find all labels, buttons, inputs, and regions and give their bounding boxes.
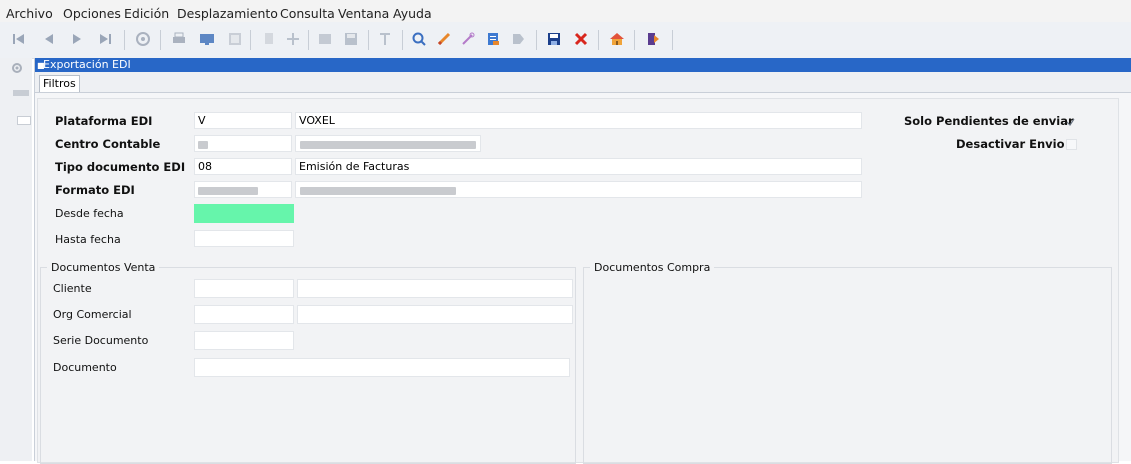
plataforma-label: Plataforma EDI — [55, 114, 153, 128]
centro-code-field[interactable] — [194, 135, 292, 152]
org-comercial-code-field[interactable] — [194, 305, 294, 324]
pencil-icon[interactable] — [433, 28, 455, 50]
menu-consulta[interactable]: Consulta — [280, 6, 335, 21]
form-icon[interactable] — [314, 28, 336, 50]
table-icon[interactable] — [224, 28, 246, 50]
tab-strip: Filtros — [35, 72, 1131, 93]
formato-label: Formato EDI — [55, 183, 135, 197]
filters-panel: Plataforma EDI V VOXEL Centro Contable T… — [37, 98, 1119, 464]
documento-field[interactable] — [194, 358, 570, 377]
hasta-date-field[interactable] — [194, 230, 294, 247]
collapse-icon[interactable] — [13, 90, 29, 96]
tag-icon[interactable] — [507, 28, 529, 50]
eraser-icon[interactable] — [457, 28, 479, 50]
documento-label: Documento — [53, 361, 117, 374]
home-icon[interactable] — [606, 28, 628, 50]
menu-ventana[interactable]: Ventana — [338, 6, 389, 21]
documentos-compra-title: Documentos Compra — [590, 261, 715, 274]
desactivar-envio-label: Desactivar Envio — [956, 137, 1065, 151]
plataforma-desc-field[interactable]: VOXEL — [295, 112, 862, 129]
cliente-code-field[interactable] — [194, 279, 294, 298]
formato-desc-field[interactable] — [295, 181, 862, 198]
first-record-icon[interactable] — [8, 28, 30, 50]
add-icon[interactable] — [282, 28, 304, 50]
menu-edicion[interactable]: Edición — [124, 6, 169, 21]
copy-icon[interactable] — [258, 28, 280, 50]
menu-bar: Archivo Opciones Edición Desplazamiento … — [0, 0, 1131, 22]
filter-icon[interactable] — [374, 28, 396, 50]
tipo-code-field[interactable]: 08 — [194, 158, 292, 175]
window-title-bar: ■ Exportación EDI — [35, 58, 1131, 72]
documentos-venta-title: Documentos Venta — [47, 261, 160, 274]
panel-toggle-icon[interactable] — [17, 116, 31, 125]
tab-filtros[interactable]: Filtros — [39, 75, 80, 92]
plataforma-code-field[interactable]: V — [194, 112, 292, 129]
menu-archivo[interactable]: Archivo — [6, 6, 53, 21]
formato-code-field[interactable] — [194, 181, 292, 198]
serie-documento-label: Serie Documento — [53, 334, 149, 347]
desactivar-envio-checkbox[interactable] — [1066, 139, 1077, 150]
toolbar — [0, 22, 1131, 59]
serie-documento-field[interactable] — [194, 331, 294, 350]
menu-desplazamiento[interactable]: Desplazamiento — [177, 6, 278, 21]
gear-icon[interactable] — [11, 62, 23, 77]
cliente-desc-field[interactable] — [297, 279, 573, 298]
solo-pendientes-label: Solo Pendientes de enviar — [904, 114, 1074, 128]
window-title: Exportación EDI — [43, 58, 131, 71]
org-comercial-desc-field[interactable] — [297, 305, 573, 324]
tipo-label: Tipo documento EDI — [55, 160, 186, 174]
left-navigation-strip — [0, 58, 32, 461]
save-icon[interactable] — [543, 28, 565, 50]
menu-opciones[interactable]: Opciones — [63, 6, 121, 21]
documentos-venta-group: Documentos Venta Cliente Org Comercial S… — [40, 261, 576, 464]
globe-icon[interactable] — [132, 28, 154, 50]
centro-desc-field[interactable] — [295, 135, 481, 152]
menu-ayuda[interactable]: Ayuda — [393, 6, 432, 21]
document-icon[interactable] — [482, 28, 504, 50]
previous-record-icon[interactable] — [38, 28, 60, 50]
tipo-desc-field[interactable]: Emisión de Facturas — [295, 158, 862, 175]
export-edi-window: ■ Exportación EDI Filtros Plataforma EDI… — [34, 58, 1131, 464]
save-grid-icon[interactable] — [340, 28, 362, 50]
documentos-compra-group: Documentos Compra — [583, 261, 1112, 464]
cliente-label: Cliente — [53, 282, 92, 295]
print-icon[interactable] — [168, 28, 190, 50]
desde-label: Desde fecha — [55, 207, 124, 220]
search-icon[interactable] — [408, 28, 430, 50]
desde-date-field[interactable] — [194, 204, 294, 223]
org-comercial-label: Org Comercial — [53, 308, 132, 321]
centro-label: Centro Contable — [55, 137, 161, 151]
monitor-icon[interactable] — [196, 28, 218, 50]
exit-icon[interactable] — [642, 28, 664, 50]
last-record-icon[interactable] — [94, 28, 116, 50]
solo-pendientes-checkbox[interactable] — [1066, 116, 1075, 126]
next-record-icon[interactable] — [66, 28, 88, 50]
hasta-label: Hasta fecha — [55, 233, 121, 246]
delete-icon[interactable] — [570, 28, 592, 50]
